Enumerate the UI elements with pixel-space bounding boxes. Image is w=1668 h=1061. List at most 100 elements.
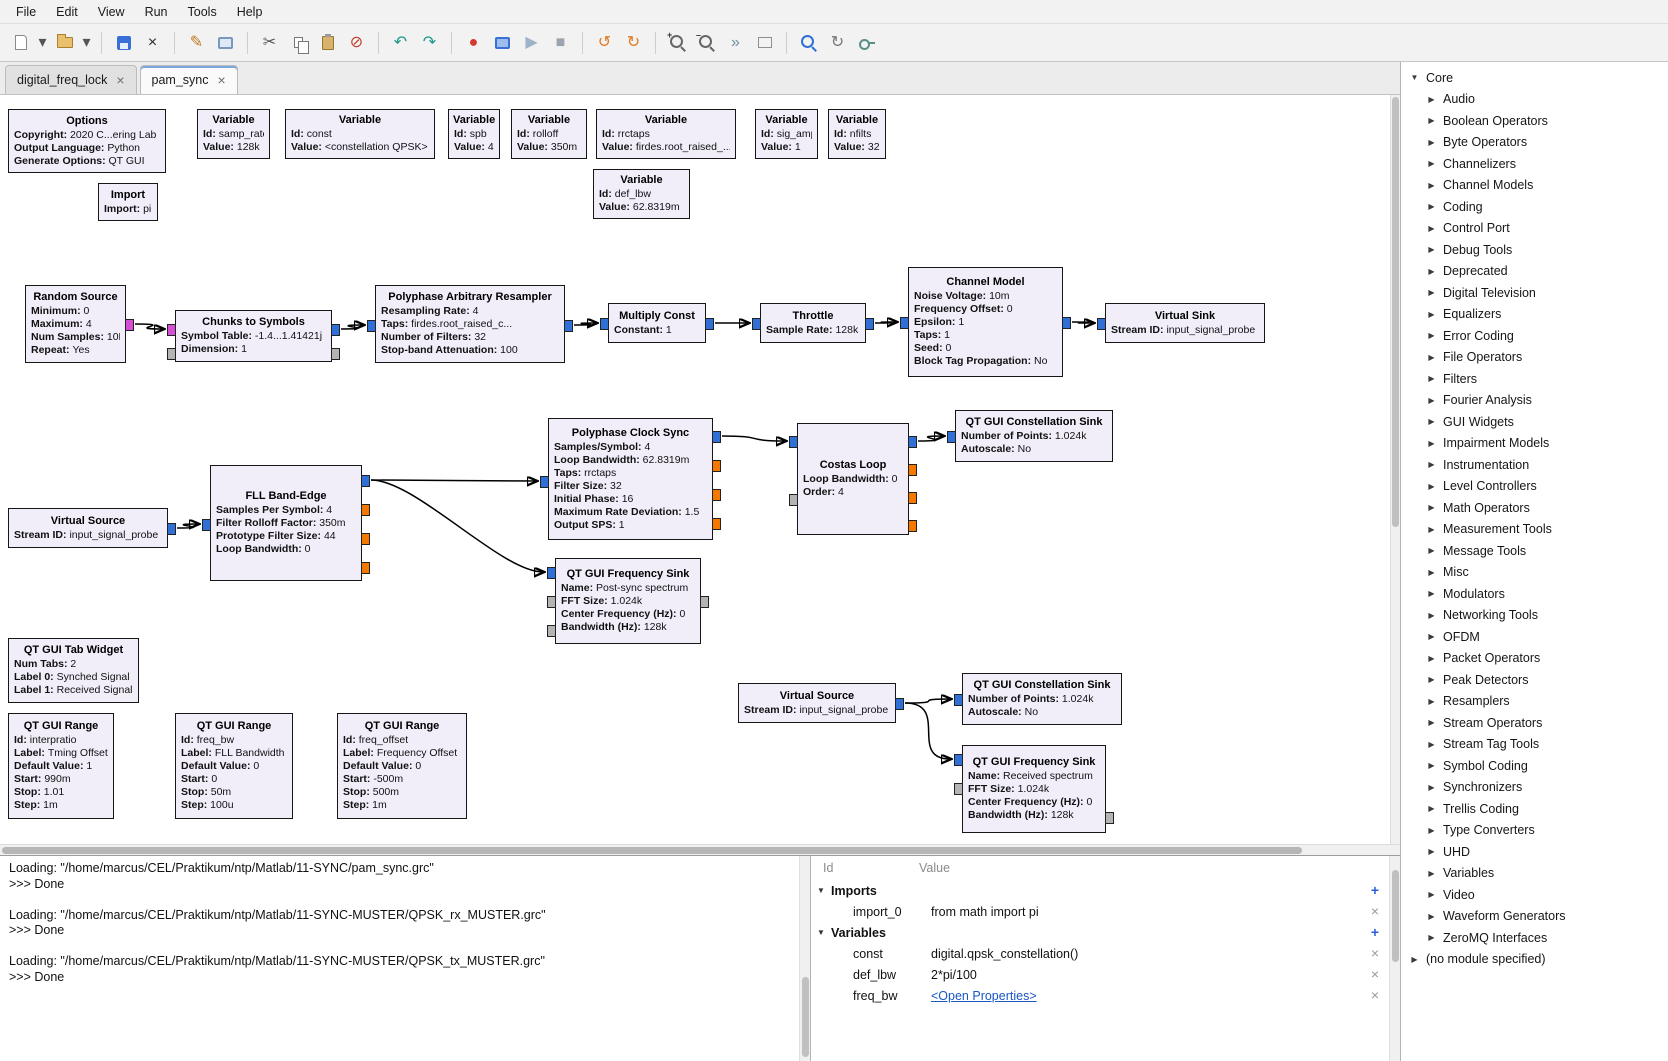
add-variables-button[interactable]: + [1367, 924, 1383, 940]
wire-virtual_source2-to-const_sink2[interactable] [905, 699, 950, 703]
block-const_sink1[interactable]: QT GUI Constellation SinkNumber of Point… [955, 410, 1113, 462]
block-var_samp_rate[interactable]: VariableId: samp_rateValue: 128k [197, 109, 270, 159]
delete-button[interactable]: ⊘ [343, 29, 370, 56]
tree-item-peak-detectors[interactable]: ▶Peak Detectors [1401, 669, 1668, 691]
block-var_def_lbw[interactable]: VariableId: def_lbwValue: 62.8319m [593, 169, 690, 219]
zoom-fit-button[interactable]: » [722, 29, 749, 56]
port-costas-out3[interactable] [908, 520, 917, 532]
port-virtual_source1-out0[interactable] [167, 523, 176, 535]
tree-item-equalizers[interactable]: ▶Equalizers [1401, 304, 1668, 326]
tree-item-networking-tools[interactable]: ▶Networking Tools [1401, 605, 1668, 627]
port-fll-out1[interactable] [361, 504, 370, 516]
wire-fll-to-pcs[interactable] [371, 480, 536, 481]
inspector-row-const[interactable]: constdigital.qpsk_constellation()× [811, 943, 1389, 964]
tree-item-synchronizers[interactable]: ▶Synchronizers [1401, 777, 1668, 799]
port-chunks-out0[interactable] [331, 324, 340, 336]
chevron-down-icon[interactable]: ▼ [817, 886, 827, 895]
paste-button[interactable] [314, 29, 341, 56]
rotate-ccw-button[interactable]: ↺ [591, 29, 618, 56]
tree-item-digital-television[interactable]: ▶Digital Television [1401, 282, 1668, 304]
block-virtual_source2[interactable]: Virtual SourceStream ID: input_signal_pr… [738, 683, 896, 723]
menu-tools[interactable]: Tools [178, 2, 227, 22]
zoom-in-button[interactable]: + [664, 29, 691, 56]
wire-virtual_source1-to-fll[interactable] [177, 524, 198, 528]
block-range3[interactable]: QT GUI RangeId: freq_offsetLabel: Freque… [337, 713, 467, 819]
chevron-down-icon[interactable]: ▼ [817, 928, 827, 937]
block-random_source[interactable]: Random SourceMinimum: 0Maximum: 4Num Sam… [25, 285, 126, 363]
port-chunks-msg_in[interactable] [167, 348, 176, 360]
tree-item-trellis-coding[interactable]: ▶Trellis Coding [1401, 798, 1668, 820]
show-flowgraph-errors-button[interactable] [212, 29, 239, 56]
tree-item-ofdm[interactable]: ▶OFDM [1401, 626, 1668, 648]
tree-item-packet-operators[interactable]: ▶Packet Operators [1401, 648, 1668, 670]
wire-virtual_source2-to-freq_sink2[interactable] [905, 703, 950, 759]
tree-item-misc[interactable]: ▶Misc [1401, 562, 1668, 584]
block-fll[interactable]: FLL Band-EdgeSamples Per Symbol: 4Filter… [210, 465, 362, 581]
tree-item-error-coding[interactable]: ▶Error Coding [1401, 325, 1668, 347]
menu-file[interactable]: File [6, 2, 46, 22]
tree-item-message-tools[interactable]: ▶Message Tools [1401, 540, 1668, 562]
menu-edit[interactable]: Edit [46, 2, 88, 22]
port-costas-out0[interactable] [908, 436, 917, 448]
cut-button[interactable]: ✂ [256, 29, 283, 56]
port-freq_sink2-msg_in0[interactable] [954, 783, 963, 795]
wire-throttle-to-channel_model[interactable] [875, 322, 896, 323]
add-imports-button[interactable]: + [1367, 882, 1383, 898]
block-throttle[interactable]: ThrottleSample Rate: 128k [760, 303, 866, 343]
block-virtual_sink[interactable]: Virtual SinkStream ID: input_signal_prob… [1105, 303, 1265, 343]
preferences-button[interactable] [853, 29, 880, 56]
scrollbar-thumb[interactable] [1392, 870, 1399, 962]
tree-item-coding[interactable]: ▶Coding [1401, 196, 1668, 218]
redo-button[interactable]: ↷ [416, 29, 443, 56]
reload-blocks-button[interactable]: ↻ [824, 29, 851, 56]
new-flowgraph-dropdown[interactable]: ▾ [36, 29, 49, 56]
canvas-horizontal-scrollbar[interactable] [0, 844, 1400, 855]
block-pcs[interactable]: Polyphase Clock SyncSamples/Symbol: 4Loo… [548, 418, 713, 540]
block-par[interactable]: Polyphase Arbitrary ResamplerResampling … [375, 285, 565, 363]
port-const_sink1-in0[interactable] [947, 431, 956, 443]
stop-button[interactable]: ■ [547, 29, 574, 56]
tree-item-uhd[interactable]: ▶UHD [1401, 841, 1668, 863]
wire-par-to-multiply_const[interactable] [574, 323, 596, 325]
port-fll-out2[interactable] [361, 533, 370, 545]
block-import[interactable]: ImportImport: pi [98, 183, 158, 221]
inspector-group-imports[interactable]: ▼Imports+ [811, 880, 1389, 901]
block-var_const[interactable]: VariableId: constValue: <constellation Q… [285, 109, 435, 159]
tree-item-deprecated[interactable]: ▶Deprecated [1401, 261, 1668, 283]
tree-item-channelizers[interactable]: ▶Channelizers [1401, 153, 1668, 175]
copy-button[interactable] [285, 29, 312, 56]
port-const_sink2-in0[interactable] [954, 694, 963, 706]
generate-flowgraph-button[interactable]: ✎ [183, 29, 210, 56]
tree-item-symbol-coding[interactable]: ▶Symbol Coding [1401, 755, 1668, 777]
run-button[interactable]: ▶ [518, 29, 545, 56]
port-random_source-out0[interactable] [125, 319, 134, 331]
close-flowgraph-button[interactable]: × [139, 29, 166, 56]
tree-item-zeromq-interfaces[interactable]: ▶ZeroMQ Interfaces [1401, 927, 1668, 949]
port-fll-out0[interactable] [361, 475, 370, 487]
port-freq_sink1-msg_out[interactable] [700, 596, 709, 608]
port-multiply_const-in0[interactable] [600, 318, 609, 330]
console-scrollbar[interactable] [799, 856, 810, 1061]
block-var_rolloff[interactable]: VariableId: rolloffValue: 350m [511, 109, 587, 159]
port-chunks-msg_out[interactable] [331, 348, 340, 360]
port-par-out0[interactable] [564, 320, 573, 332]
tree-item-video[interactable]: ▶Video [1401, 884, 1668, 906]
remove-freq-bw-button[interactable]: × [1367, 987, 1383, 1003]
close-tab-icon[interactable]: × [116, 73, 124, 87]
tab-pam_sync[interactable]: pam_sync× [140, 65, 238, 94]
port-pcs-in0[interactable] [540, 476, 549, 488]
tree-item-file-operators[interactable]: ▶File Operators [1401, 347, 1668, 369]
port-virtual_source2-out0[interactable] [895, 698, 904, 710]
kill-process-button[interactable]: ● [460, 29, 487, 56]
open-properties-link[interactable]: <Open Properties> [919, 989, 1389, 1003]
port-pcs-out1[interactable] [712, 460, 721, 472]
tab-digital_freq_lock[interactable]: digital_freq_lock× [5, 65, 137, 94]
tree-item-channel-models[interactable]: ▶Channel Models [1401, 175, 1668, 197]
port-pcs-out2[interactable] [712, 489, 721, 501]
port-fll-in0[interactable] [202, 519, 211, 531]
rotate-cw-button[interactable]: ↻ [620, 29, 647, 56]
block-var_spb[interactable]: VariableId: spbValue: 4 [448, 109, 500, 159]
tree-item-level-controllers[interactable]: ▶Level Controllers [1401, 476, 1668, 498]
tree-item-modulators[interactable]: ▶Modulators [1401, 583, 1668, 605]
tree-item-audio[interactable]: ▶Audio [1401, 89, 1668, 111]
